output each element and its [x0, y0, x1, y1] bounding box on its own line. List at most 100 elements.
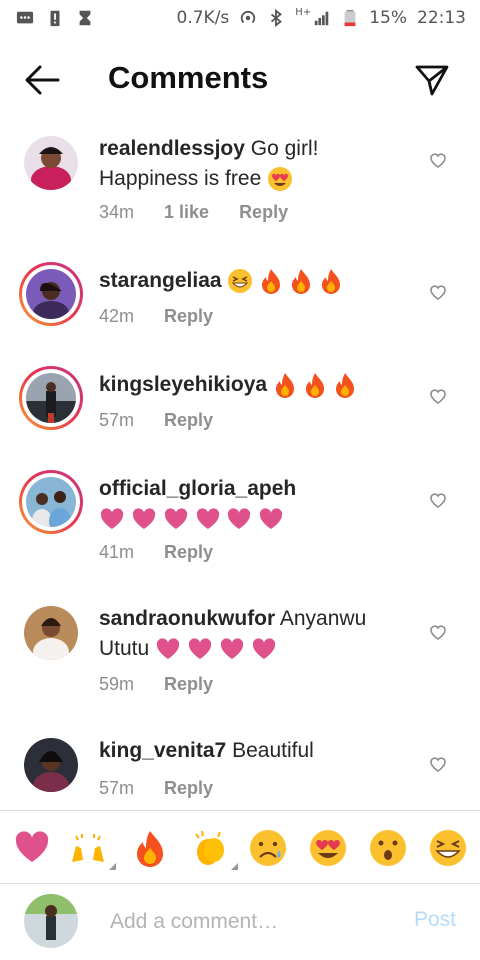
heart-emoji — [164, 508, 187, 530]
avatar[interactable] — [24, 606, 78, 660]
avatar[interactable] — [19, 366, 83, 430]
bluetooth-icon — [271, 9, 283, 27]
comment-username[interactable]: sandraonukwufor — [99, 607, 275, 630]
like-heart-icon[interactable] — [428, 150, 448, 170]
fire-emoji — [262, 269, 281, 295]
network-type: H+ — [295, 6, 312, 18]
emoji-bar — [0, 818, 480, 882]
reply-button[interactable]: Reply — [164, 306, 213, 327]
header: Comments — [0, 44, 480, 116]
battery-level: 15% — [369, 8, 407, 28]
comment-composer: Post — [0, 884, 480, 960]
grinning-squint-emoji — [228, 269, 253, 294]
raised-hands-emoji-button[interactable] — [68, 828, 116, 870]
fire-emoji-button[interactable] — [130, 828, 170, 868]
arrow-left-icon[interactable] — [22, 62, 62, 98]
signal-icon — [315, 11, 329, 26]
fire-emoji — [275, 373, 294, 399]
current-user-avatar — [24, 894, 78, 948]
message-icon — [16, 11, 34, 24]
comment-time: 34m — [99, 202, 135, 222]
like-heart-icon[interactable] — [428, 754, 448, 774]
avatar-image — [26, 373, 76, 423]
comment-body: Beautiful — [232, 739, 314, 762]
comment-text: king_venita7 Beautiful — [99, 736, 409, 766]
like-heart-icon[interactable] — [428, 386, 448, 406]
fire-emoji — [321, 269, 340, 295]
avatar[interactable] — [19, 470, 83, 534]
heart-eyes-emoji-button[interactable] — [308, 828, 348, 868]
avatar[interactable] — [24, 738, 78, 792]
fire-emoji — [305, 373, 324, 399]
avatar[interactable] — [19, 262, 83, 326]
heart-emoji — [100, 508, 124, 530]
paper-plane-icon[interactable] — [414, 62, 450, 98]
avatar-image — [24, 738, 78, 792]
divider — [0, 810, 480, 811]
comment-meta: 42m Reply — [99, 306, 213, 327]
heart-emoji-button[interactable] — [12, 828, 52, 868]
reply-button[interactable]: Reply — [164, 410, 213, 431]
comment-input[interactable] — [108, 906, 382, 938]
heart-emoji — [156, 638, 180, 660]
comment-meta: 57m Reply — [99, 778, 213, 799]
clapping-hands-emoji-button[interactable] — [190, 828, 238, 870]
comment-meta: 41m Reply — [99, 542, 213, 563]
comment-time: 42m — [99, 306, 135, 326]
comment-username[interactable]: realendlessjoy — [99, 137, 245, 160]
heart-eyes-emoji — [268, 167, 293, 192]
fire-emoji — [292, 269, 311, 295]
comment-text: starangeliaa — [99, 266, 409, 296]
comment-time: 57m — [99, 410, 135, 430]
heart-emoji — [228, 508, 251, 530]
status-bar: 0.7K/s H+ 15% 22:13 — [0, 0, 480, 36]
comment-time: 57m — [99, 778, 135, 798]
status-right: 0.7K/s H+ 15% 22:13 — [176, 6, 480, 29]
status-left — [0, 9, 94, 27]
comment-meta: 34m 1 like Reply — [99, 202, 288, 223]
reply-button[interactable]: Reply — [164, 778, 213, 799]
reply-button[interactable]: Reply — [239, 202, 288, 223]
comment-time: 41m — [99, 542, 135, 562]
heart-emoji — [220, 638, 243, 660]
heart-emoji — [252, 638, 275, 660]
hourglass-icon — [79, 10, 91, 26]
heart-emoji — [132, 508, 155, 530]
avatar-image — [26, 269, 76, 319]
heart-emoji — [188, 638, 211, 660]
fire-emoji — [335, 373, 354, 399]
avatar-image — [24, 894, 78, 948]
comment-text: realendlessjoy Go girl! Happiness is fre… — [99, 134, 409, 194]
battery-icon — [344, 9, 356, 27]
heart-emoji — [260, 508, 283, 530]
surprised-face-emoji-button[interactable] — [368, 828, 408, 868]
reply-button[interactable]: Reply — [164, 542, 213, 563]
likes-count[interactable]: 1 like — [164, 202, 209, 223]
battery-alert-icon — [50, 10, 60, 27]
avatar-image — [26, 477, 76, 527]
like-heart-icon[interactable] — [428, 282, 448, 302]
reply-button[interactable]: Reply — [164, 674, 213, 695]
hotspot-icon — [241, 10, 256, 24]
heart-emoji — [196, 508, 219, 530]
comment-username[interactable]: official_gloria_apeh — [99, 477, 296, 500]
post-button[interactable]: Post — [414, 908, 456, 932]
avatar[interactable] — [24, 136, 78, 190]
comment-text: kingsleyehikioya — [99, 370, 409, 400]
like-heart-icon[interactable] — [428, 622, 448, 642]
comment-username[interactable]: starangeliaa — [99, 269, 222, 292]
avatar-image — [24, 136, 78, 190]
network-speed: 0.7K/s — [176, 8, 230, 28]
sad-face-emoji-button[interactable] — [248, 828, 288, 868]
laughing-face-emoji-button[interactable] — [428, 828, 468, 868]
comment-meta: 59m Reply — [99, 674, 213, 695]
like-heart-icon[interactable] — [428, 490, 448, 510]
comment-username[interactable]: kingsleyehikioya — [99, 373, 267, 396]
comment-text: official_gloria_apeh — [99, 474, 409, 534]
comment-username[interactable]: king_venita7 — [99, 739, 226, 762]
comment-text: sandraonukwufor Anyanwu Ututu — [99, 604, 409, 664]
avatar-image — [24, 606, 78, 660]
clock: 22:13 — [417, 8, 466, 28]
page-title: Comments — [108, 60, 269, 95]
hearts-row — [99, 507, 284, 530]
